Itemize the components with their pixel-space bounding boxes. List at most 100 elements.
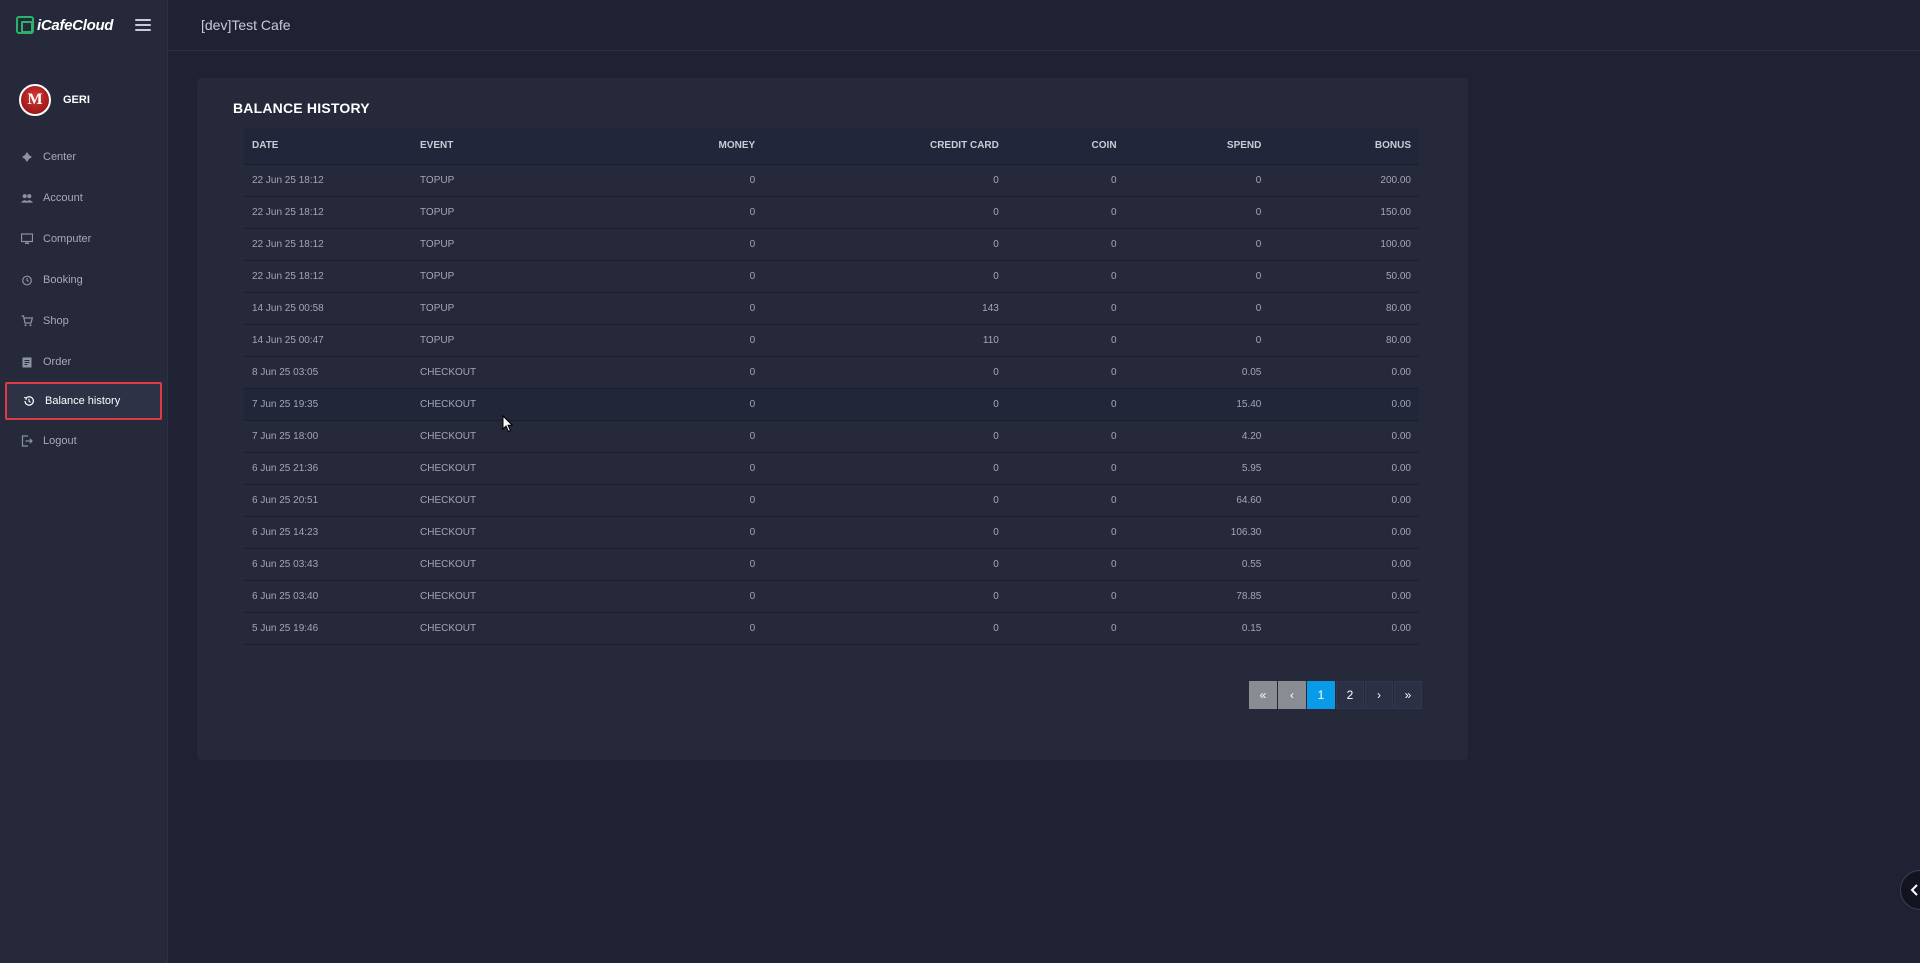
coin-cell: 0 (1006, 452, 1125, 485)
logo-icon (16, 16, 34, 34)
table-row: 7 Jun 25 18:00 CHECKOUT 0 0 0 4.20 0.00 (244, 420, 1419, 453)
money-cell: 0 (612, 612, 764, 645)
table-row: 7 Jun 25 19:35 CHECKOUT 0 0 0 15.40 0.00 (244, 388, 1419, 421)
spend-cell: 78.85 (1124, 580, 1270, 613)
sidebar-item-label: Shop (43, 314, 69, 327)
sidebar-nav: Center Account Computer Booking Shop Ord… (0, 136, 167, 461)
card-title: BALANCE HISTORY (233, 100, 370, 116)
column-header-money[interactable]: MONEY (612, 128, 764, 165)
coin-cell: 0 (1006, 580, 1125, 613)
coin-cell: 0 (1006, 196, 1125, 229)
date-cell: 8 Jun 25 03:05 (244, 356, 412, 389)
column-header-credit-card[interactable]: CREDIT CARD (763, 128, 1007, 165)
first-page-button[interactable]: « (1249, 681, 1277, 709)
credit-card-cell: 0 (763, 580, 1007, 613)
page-button-2[interactable]: 2 (1336, 681, 1364, 709)
money-cell: 0 (612, 452, 764, 485)
bonus-cell: 0.00 (1269, 580, 1419, 613)
money-cell: 0 (612, 420, 764, 453)
bonus-cell: 80.00 (1269, 292, 1419, 325)
sidebar-item-logout[interactable]: Logout (0, 420, 167, 461)
sidebar-item-order[interactable]: Order (0, 341, 167, 382)
top-header: [dev]Test Cafe (168, 0, 1920, 51)
sidebar-item-shop[interactable]: Shop (0, 300, 167, 341)
table-row: 6 Jun 25 21:36 CHECKOUT 0 0 0 5.95 0.00 (244, 452, 1419, 485)
column-header-bonus[interactable]: BONUS (1269, 128, 1419, 165)
sidebar-item-center[interactable]: Center (0, 136, 167, 177)
sidebar-item-label: Booking (43, 273, 83, 286)
bonus-cell: 0.00 (1269, 388, 1419, 421)
date-cell: 6 Jun 25 14:23 (244, 516, 412, 549)
balance-history-card: BALANCE HISTORY DATE EVENT MONEY CREDIT … (197, 78, 1468, 760)
credit-card-cell: 0 (763, 388, 1007, 421)
event-cell: CHECKOUT (412, 452, 612, 485)
coin-cell: 0 (1006, 612, 1125, 645)
bonus-cell: 0.00 (1269, 356, 1419, 389)
gamepad-icon (21, 151, 33, 163)
pagination: « ‹ 1 2 › » (1249, 681, 1422, 709)
page-button-1[interactable]: 1 (1307, 681, 1335, 709)
event-cell: TOPUP (412, 196, 612, 229)
logo[interactable]: iCafeCloud (16, 16, 113, 34)
date-cell: 22 Jun 25 18:12 (244, 164, 412, 197)
coin-cell: 0 (1006, 260, 1125, 293)
credit-card-cell: 0 (763, 420, 1007, 453)
date-cell: 6 Jun 25 03:40 (244, 580, 412, 613)
sidebar-item-label: Order (43, 355, 72, 368)
user-profile[interactable]: M GERI (0, 50, 167, 134)
users-icon (21, 192, 33, 204)
bonus-cell: 0.00 (1269, 548, 1419, 581)
balance-history-table: DATE EVENT MONEY CREDIT CARD COIN SPEND … (244, 128, 1419, 645)
spend-cell: 0 (1124, 260, 1270, 293)
table-row: 22 Jun 25 18:12 TOPUP 0 0 0 0 100.00 (244, 228, 1419, 261)
column-header-event[interactable]: EVENT (412, 128, 612, 165)
date-cell: 22 Jun 25 18:12 (244, 228, 412, 261)
table-row: 14 Jun 25 00:58 TOPUP 0 143 0 0 80.00 (244, 292, 1419, 325)
date-cell: 7 Jun 25 19:35 (244, 388, 412, 421)
bonus-cell: 0.00 (1269, 452, 1419, 485)
last-page-button[interactable]: » (1394, 681, 1422, 709)
sidebar-item-balance-history[interactable]: Balance history (5, 382, 162, 420)
table-row: 8 Jun 25 03:05 CHECKOUT 0 0 0 0.05 0.00 (244, 356, 1419, 389)
sidebar-item-computer[interactable]: Computer (0, 218, 167, 259)
sidebar-item-booking[interactable]: Booking (0, 259, 167, 300)
credit-card-cell: 0 (763, 548, 1007, 581)
credit-card-cell: 0 (763, 196, 1007, 229)
hamburger-menu-icon[interactable] (135, 19, 151, 31)
credit-card-cell: 0 (763, 356, 1007, 389)
table-row: 6 Jun 25 20:51 CHECKOUT 0 0 0 64.60 0.00 (244, 484, 1419, 517)
next-page-button[interactable]: › (1365, 681, 1393, 709)
date-cell: 7 Jun 25 18:00 (244, 420, 412, 453)
date-cell: 14 Jun 25 00:58 (244, 292, 412, 325)
spend-cell: 106.30 (1124, 516, 1270, 549)
column-header-date[interactable]: DATE (244, 128, 412, 165)
credit-card-cell: 0 (763, 228, 1007, 261)
credit-card-cell: 0 (763, 164, 1007, 197)
date-cell: 6 Jun 25 20:51 (244, 484, 412, 517)
spend-cell: 64.60 (1124, 484, 1270, 517)
coin-cell: 0 (1006, 420, 1125, 453)
coin-cell: 0 (1006, 164, 1125, 197)
money-cell: 0 (612, 260, 764, 293)
money-cell: 0 (612, 228, 764, 261)
page-title: [dev]Test Cafe (201, 17, 291, 33)
sidebar-item-account[interactable]: Account (0, 177, 167, 218)
chevron-left-icon[interactable] (1900, 870, 1920, 910)
spend-cell: 4.20 (1124, 420, 1270, 453)
event-cell: CHECKOUT (412, 548, 612, 581)
date-cell: 22 Jun 25 18:12 (244, 196, 412, 229)
spend-cell: 5.95 (1124, 452, 1270, 485)
prev-page-button[interactable]: ‹ (1278, 681, 1306, 709)
table-row: 22 Jun 25 18:12 TOPUP 0 0 0 0 150.00 (244, 196, 1419, 229)
money-cell: 0 (612, 292, 764, 325)
money-cell: 0 (612, 164, 764, 197)
history-icon (23, 395, 35, 407)
event-cell: TOPUP (412, 164, 612, 197)
clipboard-icon (21, 356, 33, 368)
event-cell: CHECKOUT (412, 580, 612, 613)
credit-card-cell: 110 (763, 324, 1007, 357)
credit-card-cell: 0 (763, 516, 1007, 549)
date-cell: 6 Jun 25 03:43 (244, 548, 412, 581)
column-header-coin[interactable]: COIN (1006, 128, 1125, 165)
column-header-spend[interactable]: SPEND (1124, 128, 1270, 165)
